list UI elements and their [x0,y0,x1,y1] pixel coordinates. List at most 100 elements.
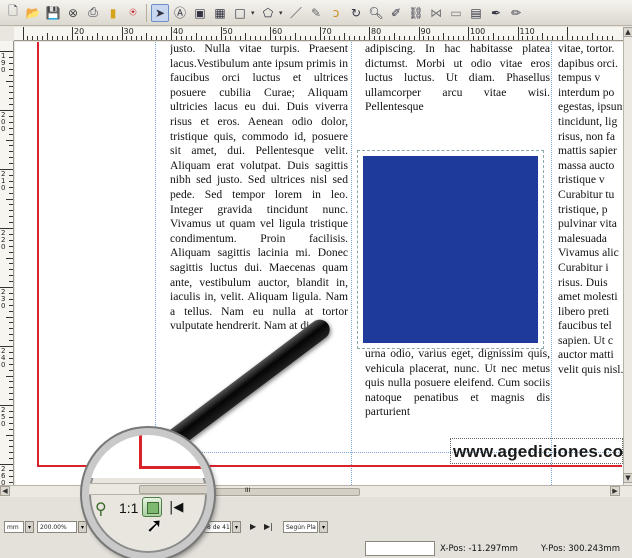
table-icon[interactable]: ▦ [211,4,229,22]
ruler-tick [274,36,276,40]
ruler-tick [62,36,64,40]
text-line: tristique v [558,173,605,187]
freehand-icon[interactable]: ↄ [327,4,345,22]
ruler-tick [9,475,13,477]
pen-icon[interactable]: ✏ [507,4,525,22]
unit-dropdown-icon[interactable]: ▾ [25,521,34,533]
column-guide [551,42,552,485]
ruler-tick [166,36,168,40]
vertical-scrollbar[interactable]: ▲ ▼ [623,27,632,485]
close-icon[interactable]: ⊗ [64,4,82,22]
line-icon[interactable]: ／ [287,4,305,22]
polygon-icon[interactable]: ⬠ [259,4,277,22]
link-text-icon[interactable]: ⛓ [407,4,425,22]
toolbar-separator [146,3,147,22]
preflight-icon[interactable]: ▮ [104,4,122,22]
polygon-dropdown-icon[interactable]: ▾ [279,9,285,17]
last-page-icon[interactable]: ▶| [264,522,273,531]
open-folder-icon[interactable]: 📂 [24,4,42,22]
page-margin-line [37,42,39,467]
page-dropdown-icon[interactable]: ▾ [232,521,241,533]
scroll-right-icon[interactable]: ▶ [610,486,620,496]
zoom-icon[interactable]: 🔍︎ [367,4,385,22]
shape-dropdown-icon[interactable]: ▾ [251,9,257,17]
zoom-select[interactable]: 200.00% [37,521,77,533]
ruler-tick [482,36,484,40]
new-document-icon[interactable]: 🗋 [4,4,22,22]
ruler-label: 50 [222,27,233,36]
ruler-tick [468,27,469,40]
text-line: tempus v [558,71,601,85]
ruler-tick [9,322,13,324]
ruler-tick [6,375,13,377]
ruler-tick [225,36,227,40]
layer-select[interactable]: Según Pla [283,521,318,533]
text-line: risus, non fa [558,129,615,143]
ruler-tick [388,36,390,40]
first-page-icon[interactable]: |◀ [169,500,183,515]
ruler-tick [215,36,217,40]
document-canvas[interactable]: justo. Nulla vitae turpis. Praesent lacu… [15,42,623,485]
unlink-text-icon[interactable]: ⋈ [427,4,445,22]
ruler-tick [9,62,13,64]
image-frame[interactable] [357,150,544,349]
ruler-tick [522,36,524,40]
copy-properties-icon[interactable]: ▤ [467,4,485,22]
ruler-tick [403,36,405,40]
ruler-tick [378,36,380,40]
bezier-icon[interactable]: ✎ [307,4,325,22]
ruler-tick [106,36,108,40]
text-line: dapibus orci. [558,56,618,70]
scroll-up-icon[interactable]: ▲ [623,27,632,37]
actual-size-button[interactable]: 1:1 [119,500,138,516]
ruler-tick [9,393,13,395]
ruler-tick [398,36,400,40]
column-guide [155,42,156,485]
measure-icon[interactable]: ▭ [447,4,465,22]
print-icon[interactable]: ⎙ [84,4,102,22]
pdf-icon[interactable]: ⍟ [124,4,142,22]
ruler-tick [532,36,534,40]
ruler-tick [205,36,207,40]
next-page-icon[interactable]: ▶ [250,522,256,531]
ruler-tick [240,36,242,40]
document-page[interactable]: justo. Nulla vitae turpis. Praesent lacu… [15,42,623,485]
scroll-left-icon[interactable]: ◀ [0,486,10,496]
ruler-tick [512,36,514,40]
ruler-tick [265,36,267,40]
ruler-tick [9,245,13,247]
ruler-tick [6,139,13,141]
text-frame-column-2[interactable]: adipiscing. In hac habitasse platea dict… [365,42,550,152]
text-frame-column-1[interactable]: justo. Nulla vitae turpis. Praesent lacu… [170,42,348,452]
unit-select[interactable]: mm [4,521,24,533]
select-tool-icon[interactable]: ➤ [151,3,169,22]
eyedropper-icon[interactable]: ✒ [487,4,505,22]
ruler-tick [161,36,163,40]
ruler-tick [9,263,13,265]
ruler-tick [567,27,568,40]
zoom-dropdown-icon[interactable]: ▾ [78,521,87,533]
layer-dropdown-icon[interactable]: ▾ [319,521,328,533]
ruler-label: 90 [420,27,431,36]
text-frame-icon[interactable]: Ⓐ [171,4,189,22]
ruler-tick [9,239,13,241]
text-frame-column-3[interactable]: vitae, tortor. dapibus orci. tempus v inter… [558,42,623,382]
magnified-margin-line [139,466,207,469]
ruler-tick [349,36,351,40]
edit-contents-icon[interactable]: ✐ [387,4,405,22]
ruler-tick [299,36,301,40]
ruler-tick [22,27,24,40]
zoom-icon[interactable]: ⚲ [95,499,107,518]
ruler-tick [373,36,375,40]
ruler-tick [245,33,247,40]
image-frame-icon[interactable]: ▣ [191,4,209,22]
ruler-tick [324,36,326,40]
page-select[interactable]: 8 de 41 [205,521,231,533]
save-icon[interactable]: 💾 [44,4,62,22]
rotate-icon[interactable]: ↻ [347,4,365,22]
ruler-tick [9,310,13,312]
ruler-tick [591,33,593,40]
shape-icon[interactable]: □ [231,4,249,22]
scroll-down-icon[interactable]: ▼ [623,473,632,483]
ruler-tick [86,36,88,40]
